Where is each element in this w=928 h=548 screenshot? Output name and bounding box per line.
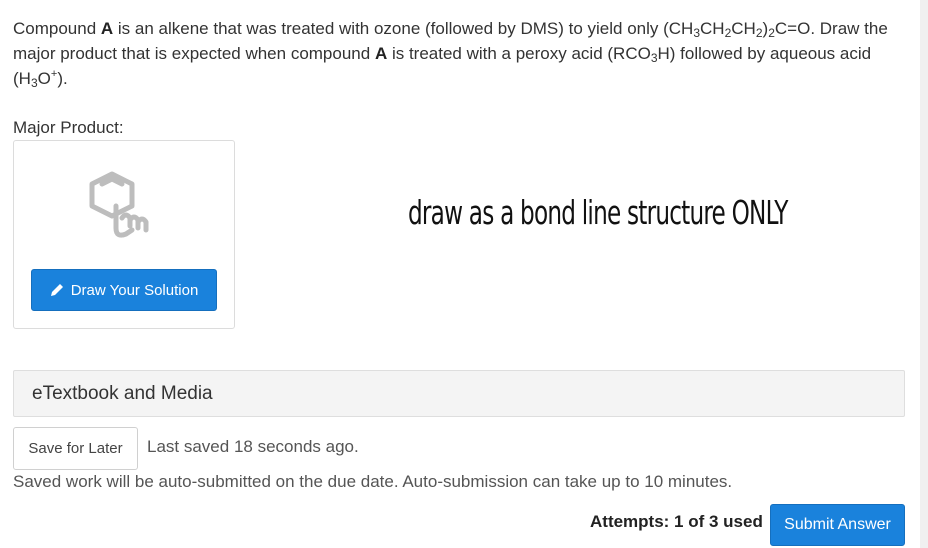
page-scrollbar[interactable] xyxy=(920,0,928,548)
etextbook-media-panel[interactable]: eTextbook and Media xyxy=(13,370,905,417)
question-text: Compound A is an alkene that was treated… xyxy=(13,19,888,90)
draw-solution-label: Draw Your Solution xyxy=(70,281,199,299)
attempts-counter: Attempts: 1 of 3 used xyxy=(590,512,763,531)
draw-solution-button[interactable]: Draw Your Solution xyxy=(31,269,217,311)
instruction-image-text: draw as a bond line structure ONLY xyxy=(408,193,788,232)
pencil-icon xyxy=(50,284,63,296)
last-saved-status: Last saved 18 seconds ago. xyxy=(147,437,359,456)
save-for-later-button[interactable]: Save for Later xyxy=(13,427,138,470)
auto-submit-note: Saved work will be auto-submitted on the… xyxy=(13,472,733,491)
major-product-label: Major Product: xyxy=(13,118,124,137)
molecule-hand-icon xyxy=(89,171,149,238)
drawing-area: Draw Your Solution xyxy=(13,140,235,329)
submit-answer-button[interactable]: Submit Answer xyxy=(770,504,905,546)
